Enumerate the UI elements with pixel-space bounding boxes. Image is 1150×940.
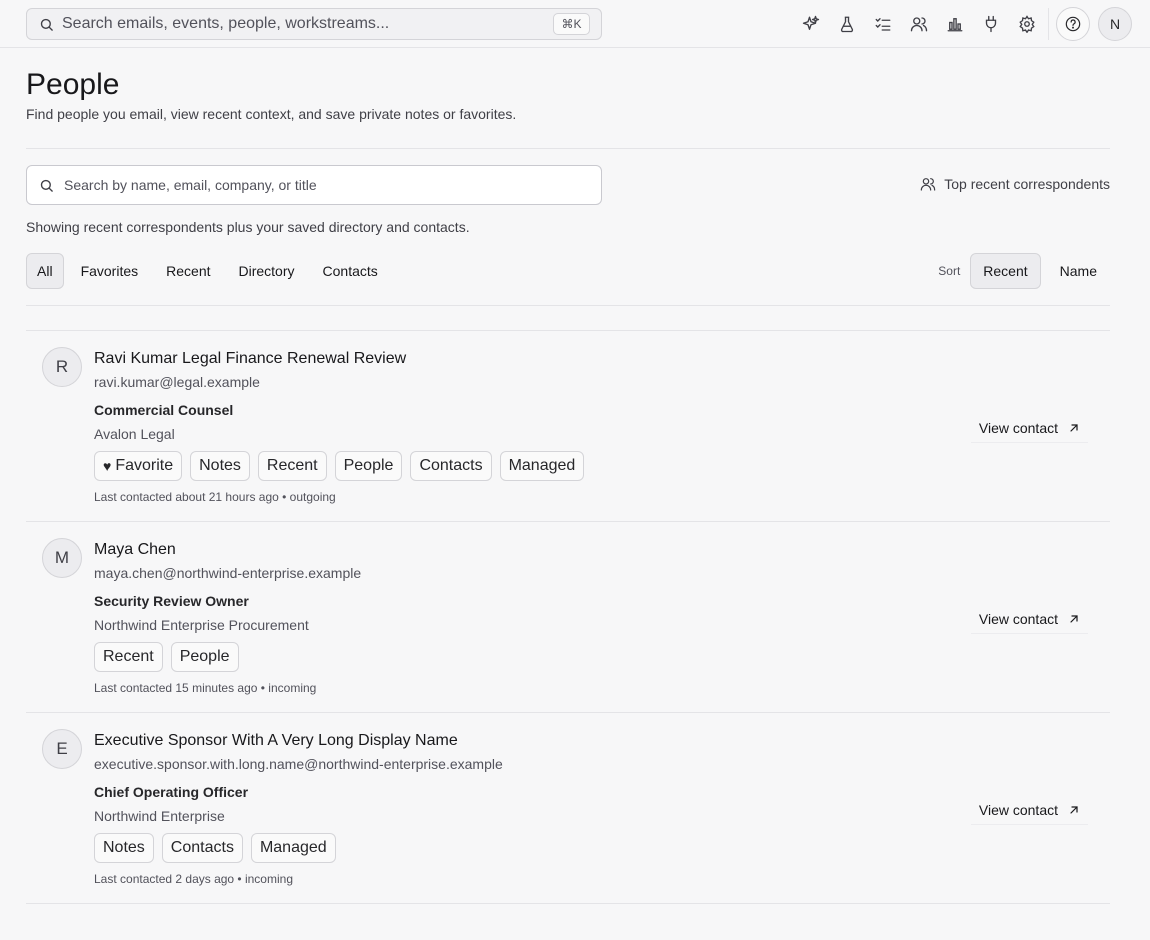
view-contact-label: View contact: [978, 801, 1058, 818]
tag: People: [334, 451, 403, 481]
heart-icon: ♥: [103, 458, 112, 474]
people-icon: [920, 178, 936, 191]
people-search-placeholder: Search by name, email, company, or title: [64, 177, 317, 193]
filter-tab-all[interactable]: All: [26, 253, 64, 289]
person-name[interactable]: Maya Chen: [94, 541, 176, 559]
person-row: M Maya Chen maya.chen@northwind-enterpri…: [26, 522, 1110, 713]
global-search-placeholder: Search emails, events, people, workstrea…: [62, 15, 390, 32]
tag: Notes: [190, 451, 250, 481]
favorite-tag[interactable]: ♥ Favorite: [94, 451, 183, 481]
avatar: R: [42, 347, 82, 387]
person-company: Northwind Enterprise: [94, 808, 225, 824]
shortcut-badge: ⌘K: [553, 13, 590, 35]
person-email: ravi.kumar@legal.example: [94, 374, 260, 390]
people-search-input[interactable]: Search by name, email, company, or title: [26, 165, 602, 205]
view-contact-button[interactable]: View contact: [970, 413, 1088, 443]
view-contact-button[interactable]: View contact: [970, 604, 1088, 634]
favorite-label: Favorite: [115, 457, 174, 474]
last-contacted: Last contacted 2 days ago • incoming: [94, 872, 293, 886]
sort-control: Sort Recent Name: [938, 253, 1110, 289]
person-name[interactable]: Ravi Kumar Legal Finance Renewal Review: [94, 350, 406, 368]
last-contacted: Last contacted 15 minutes ago • incoming: [94, 681, 317, 695]
tag-list: ♥ Favorite Notes Recent People Contacts M…: [94, 451, 585, 481]
sort-name-button[interactable]: Name: [1047, 253, 1110, 289]
tag: Notes: [94, 833, 154, 863]
filters-divider: [26, 305, 1110, 306]
filter-tab-favorites[interactable]: Favorites: [70, 253, 150, 289]
external-link-icon: [1070, 423, 1078, 432]
person-title: Chief Operating Officer: [94, 784, 249, 800]
filter-tab-directory[interactable]: Directory: [228, 253, 306, 289]
tag: People: [170, 642, 239, 672]
person-email: maya.chen@northwind-enterprise.example: [94, 565, 362, 581]
avatar: M: [42, 538, 82, 578]
filter-tab-recent[interactable]: Recent: [155, 253, 221, 289]
person-title: Commercial Counsel: [94, 402, 234, 418]
person-title: Security Review Owner: [94, 593, 249, 609]
search-icon: [40, 179, 53, 192]
plug-icon[interactable]: [979, 12, 1003, 36]
task-list-icon[interactable]: [871, 12, 895, 36]
sparkle-icon[interactable]: [799, 12, 823, 36]
external-link-icon: [1070, 614, 1078, 623]
tag-list: Notes Contacts Managed: [94, 833, 336, 863]
top-recent-correspondents-button[interactable]: Top recent correspondents: [920, 176, 1110, 192]
last-contacted: Last contacted about 21 hours ago • outg…: [94, 490, 336, 504]
tag: Contacts: [161, 833, 243, 863]
tag: Recent: [257, 451, 327, 481]
top-recent-label: Top recent correspondents: [944, 176, 1110, 192]
toolbar-divider: [1048, 8, 1049, 40]
sort-recent-button[interactable]: Recent: [970, 253, 1041, 289]
help-button[interactable]: [1056, 7, 1090, 41]
showing-text: Showing recent correspondents plus your …: [26, 219, 470, 235]
tag: Managed: [250, 833, 336, 863]
person-company: Avalon Legal: [94, 426, 175, 442]
flask-icon[interactable]: [835, 12, 859, 36]
chart-icon[interactable]: [943, 12, 967, 36]
user-avatar-button[interactable]: N: [1098, 7, 1132, 41]
person-row: E Executive Sponsor With A Very Long Dis…: [26, 713, 1110, 904]
search-icon: [40, 18, 53, 31]
avatar: E: [42, 729, 82, 769]
view-contact-label: View contact: [978, 610, 1058, 627]
tag-list: Recent People: [94, 642, 239, 672]
help-icon: [1065, 16, 1081, 32]
top-bar: Search emails, events, people, workstrea…: [0, 0, 1150, 48]
people-icon[interactable]: [907, 12, 931, 36]
global-search-input[interactable]: Search emails, events, people, workstrea…: [26, 8, 602, 40]
external-link-icon: [1070, 805, 1078, 814]
person-company: Northwind Enterprise Procurement: [94, 617, 309, 633]
tag: Managed: [499, 451, 585, 481]
tag: Recent: [94, 642, 163, 672]
view-contact-button[interactable]: View contact: [970, 795, 1088, 825]
person-row: R Ravi Kumar Legal Finance Renewal Revie…: [26, 331, 1110, 522]
view-contact-label: View contact: [978, 419, 1058, 436]
gear-icon[interactable]: [1015, 12, 1039, 36]
tag: Contacts: [410, 451, 492, 481]
sort-label: Sort: [938, 264, 961, 278]
page-title: People: [26, 68, 120, 101]
person-email: executive.sponsor.with.long.name@northwi…: [94, 756, 503, 772]
header-divider: [26, 148, 1110, 149]
person-name[interactable]: Executive Sponsor With A Very Long Displ…: [94, 732, 458, 750]
page-subtitle: Find people you email, view recent conte…: [26, 106, 517, 122]
filter-tabs: All Favorites Recent Directory Contacts: [26, 253, 389, 289]
filter-tab-contacts[interactable]: Contacts: [312, 253, 389, 289]
